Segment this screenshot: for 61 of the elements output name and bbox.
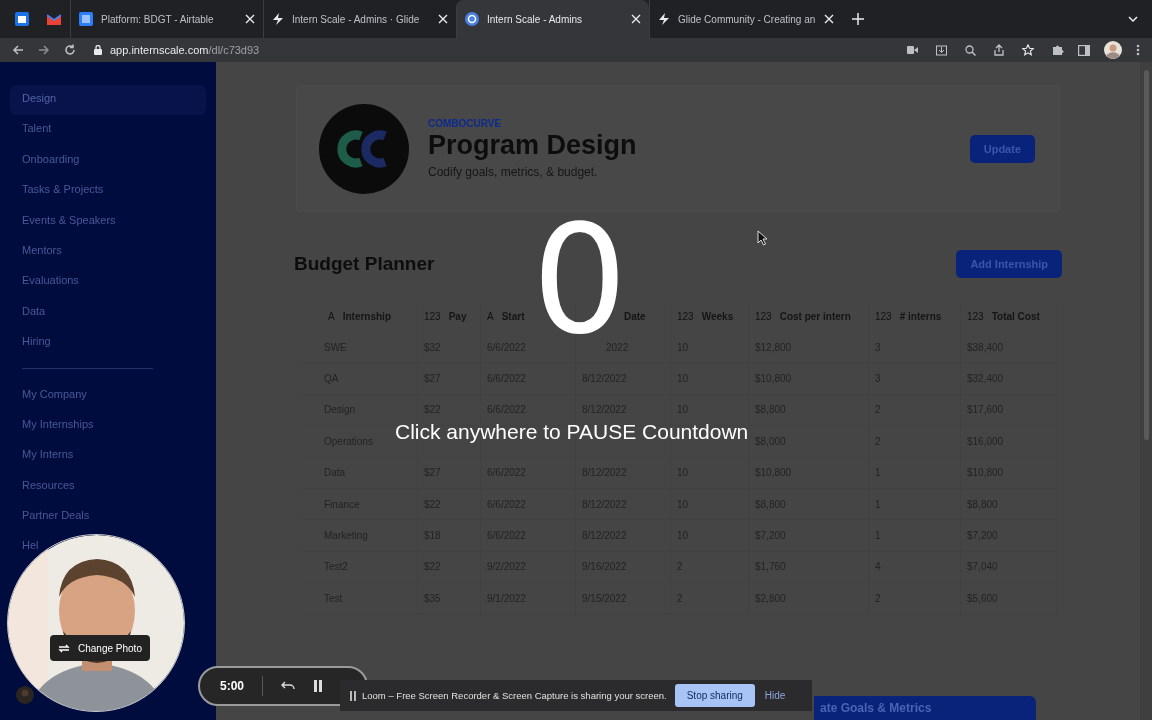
tab-title: Glide Community - Creating an: [678, 13, 816, 25]
chevron-down-icon[interactable]: [1128, 16, 1138, 22]
change-photo-button[interactable]: Change Photo: [50, 635, 150, 661]
sidebar-item[interactable]: Evaluations: [10, 267, 83, 298]
camera-icon[interactable]: [907, 46, 918, 54]
sidebar-item[interactable]: My Internships: [10, 410, 98, 442]
forward-icon[interactable]: [38, 44, 50, 56]
section-title: Budget Planner: [294, 253, 435, 275]
sidebar-item[interactable]: Design: [10, 85, 206, 116]
sidebar-item[interactable]: Mentors: [10, 236, 66, 268]
mail-icon: [47, 13, 61, 25]
globe-icon: [465, 12, 479, 26]
sidebar-item[interactable]: My Company: [10, 380, 91, 411]
timer-label: 5:00: [220, 679, 245, 693]
bolt-icon: [272, 13, 284, 25]
page-title: Program Design: [428, 130, 638, 161]
logo-icon: [319, 103, 409, 194]
sidebar-item[interactable]: Events & Speakers: [10, 206, 120, 237]
sidebar-item[interactable]: My Interns: [10, 441, 78, 472]
browser-tab[interactable]: Intern Scale - Admins: [456, 0, 649, 38]
tab-title: Platform: BDGT - Airtable: [101, 13, 215, 25]
pause-icon: [350, 690, 356, 701]
close-icon[interactable]: [438, 14, 448, 24]
star-icon[interactable]: [1022, 44, 1034, 56]
sidebar-icon[interactable]: [1078, 44, 1090, 56]
eyebrow-label: COMBOCURVE: [428, 118, 503, 129]
hide-button[interactable]: Hide: [760, 690, 790, 701]
goals-button[interactable]: ate Goals & Metrics: [814, 696, 1036, 720]
lock-icon: [94, 45, 102, 55]
bolt-icon: [658, 13, 670, 25]
avatar-icon[interactable]: [1104, 41, 1122, 59]
reload-icon[interactable]: [64, 44, 76, 56]
zoom-icon[interactable]: [965, 44, 976, 56]
install-icon[interactable]: [936, 44, 947, 56]
new-tab-icon[interactable]: [852, 13, 864, 25]
menu-icon[interactable]: [1136, 44, 1140, 56]
cursor-icon: [757, 230, 769, 246]
countdown-message[interactable]: Click anywhere to PAUSE Countdown: [395, 420, 749, 444]
tab-favicon-icon: [79, 12, 93, 26]
url-text: app.internscale.com/dl/c73d93: [110, 44, 260, 56]
close-icon[interactable]: [824, 14, 834, 24]
stop-sharing-button[interactable]: Stop sharing: [674, 684, 755, 707]
sharing-message: Loom – Free Screen Recorder & Screen Capture is sharing your screen.: [362, 690, 667, 701]
sidebar-item[interactable]: Talent: [10, 115, 56, 146]
sidebar-item[interactable]: Resources: [10, 471, 79, 503]
scrollbar-thumb[interactable]: [1143, 70, 1149, 440]
sidebar-item[interactable]: Hel: [10, 532, 43, 563]
sidebar-item[interactable]: Data: [10, 297, 50, 329]
undo-icon[interactable]: [281, 681, 296, 691]
sidebar-item[interactable]: Partner Deals: [10, 502, 94, 533]
sidebar-item[interactable]: Hiring: [10, 328, 55, 359]
back-icon[interactable]: [12, 44, 24, 56]
tab-title: Intern Scale - Admins: [487, 13, 584, 25]
sidebar-item[interactable]: Tasks & Projects: [10, 176, 108, 207]
share-icon[interactable]: [994, 44, 1004, 56]
close-icon[interactable]: [631, 14, 641, 24]
sidebar-item[interactable]: Onboarding: [10, 145, 84, 177]
swap-icon: [58, 642, 70, 654]
tab-title: Intern Scale - Admins · Glide: [292, 13, 421, 25]
pause-icon[interactable]: [313, 680, 324, 692]
close-icon[interactable]: [245, 14, 255, 24]
